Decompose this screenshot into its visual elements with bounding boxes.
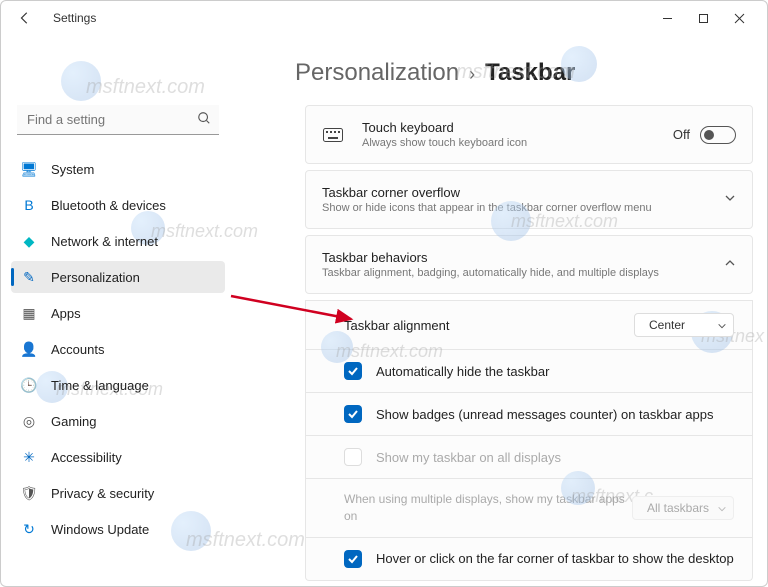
alignment-row: Taskbar alignment Center — [305, 300, 753, 350]
chevron-up-icon — [724, 256, 736, 274]
touch-keyboard-row[interactable]: Touch keyboard Always show touch keyboar… — [305, 105, 753, 164]
sidebar-item-windows-update[interactable]: ↻ Windows Update — [11, 513, 225, 545]
nav-icon: ◆ — [21, 233, 37, 249]
sidebar-item-gaming[interactable]: ◎ Gaming — [11, 405, 225, 437]
touch-keyboard-toggle[interactable] — [700, 126, 736, 144]
autohide-row[interactable]: Automatically hide the taskbar — [305, 350, 753, 393]
touch-keyboard-title: Touch keyboard — [362, 120, 673, 135]
multi-value: All taskbars — [647, 501, 709, 515]
nav-label: Windows Update — [51, 522, 149, 537]
alldisplays-row: Show my taskbar on all displays — [305, 436, 753, 479]
corner-row[interactable]: Hover or click on the far corner of task… — [305, 538, 753, 581]
behaviors-sub: Taskbar alignment, badging, automaticall… — [322, 267, 724, 279]
sidebar-item-time-language[interactable]: 🕒 Time & language — [11, 369, 225, 401]
nav-icon: 👤 — [21, 341, 37, 357]
nav-label: Accessibility — [51, 450, 122, 465]
back-button[interactable] — [11, 4, 39, 32]
badges-row[interactable]: Show badges (unread messages counter) on… — [305, 393, 753, 436]
close-button[interactable] — [721, 4, 757, 32]
overflow-sub: Show or hide icons that appear in the ta… — [322, 202, 724, 214]
multi-dropdown: All taskbars — [632, 496, 734, 520]
nav-icon: ✎ — [21, 269, 37, 285]
touch-keyboard-state: Off — [673, 127, 690, 142]
sidebar-item-network-internet[interactable]: ◆ Network & internet — [11, 225, 225, 257]
sidebar: 🖥 System B Bluetooth & devices ◆ Network & in… — [1, 35, 235, 586]
corner-checkbox[interactable] — [344, 550, 362, 568]
nav-icon: 🕒 — [21, 377, 37, 393]
app-title: Settings — [53, 11, 96, 25]
nav-label: Time & language — [51, 378, 149, 393]
touch-keyboard-sub: Always show touch keyboard icon — [362, 137, 673, 149]
alldisplays-checkbox — [344, 448, 362, 466]
nav-icon: 🛡 — [21, 485, 37, 501]
sidebar-item-accessibility[interactable]: ✳ Accessibility — [11, 441, 225, 473]
nav-icon: B — [21, 197, 37, 213]
badges-label: Show badges (unread messages counter) on… — [376, 407, 713, 422]
main-content: Personalization › Taskbar Touch keyboard… — [235, 35, 767, 586]
corner-label: Hover or click on the far corner of task… — [376, 551, 734, 566]
behaviors-row[interactable]: Taskbar behaviors Taskbar alignment, bad… — [305, 235, 753, 294]
nav-icon: ▦ — [21, 305, 37, 321]
nav-label: Network & internet — [51, 234, 158, 249]
alignment-value: Center — [649, 318, 685, 332]
keyboard-icon — [322, 128, 344, 142]
nav-label: Accounts — [51, 342, 104, 357]
breadcrumb-parent[interactable]: Personalization — [295, 59, 459, 87]
breadcrumb-current: Taskbar — [485, 59, 575, 87]
nav-icon: ✳ — [21, 449, 37, 465]
breadcrumb: Personalization › Taskbar — [295, 59, 753, 87]
chevron-down-icon — [724, 191, 736, 209]
behaviors-title: Taskbar behaviors — [322, 250, 724, 265]
alldisplays-label: Show my taskbar on all displays — [376, 450, 561, 465]
search-box — [17, 105, 219, 135]
nav-icon: ◎ — [21, 413, 37, 429]
search-input[interactable] — [17, 105, 219, 135]
alignment-label: Taskbar alignment — [344, 318, 450, 333]
sidebar-item-personalization[interactable]: ✎ Personalization — [11, 261, 225, 293]
overflow-title: Taskbar corner overflow — [322, 185, 724, 200]
nav-label: Apps — [51, 306, 81, 321]
sidebar-item-bluetooth-devices[interactable]: B Bluetooth & devices — [11, 189, 225, 221]
nav-label: Gaming — [51, 414, 97, 429]
nav-label: System — [51, 162, 94, 177]
multi-label: When using multiple displays, show my ta… — [344, 491, 632, 525]
nav-label: Bluetooth & devices — [51, 198, 166, 213]
sidebar-item-system[interactable]: 🖥 System — [11, 153, 225, 185]
badges-checkbox[interactable] — [344, 405, 362, 423]
sidebar-item-accounts[interactable]: 👤 Accounts — [11, 333, 225, 365]
sidebar-item-privacy-security[interactable]: 🛡 Privacy & security — [11, 477, 225, 509]
autohide-label: Automatically hide the taskbar — [376, 364, 549, 379]
chevron-down-icon — [717, 320, 727, 334]
alignment-dropdown[interactable]: Center — [634, 313, 734, 337]
nav-label: Privacy & security — [51, 486, 154, 501]
minimize-button[interactable] — [649, 4, 685, 32]
titlebar: Settings — [1, 1, 767, 35]
search-icon — [197, 111, 211, 130]
overflow-row[interactable]: Taskbar corner overflow Show or hide ico… — [305, 170, 753, 229]
nav-icon: ↻ — [21, 521, 37, 537]
autohide-checkbox[interactable] — [344, 362, 362, 380]
nav-icon: 🖥 — [21, 161, 37, 177]
chevron-down-icon — [717, 503, 727, 517]
nav-label: Personalization — [51, 270, 140, 285]
maximize-button[interactable] — [685, 4, 721, 32]
sidebar-item-apps[interactable]: ▦ Apps — [11, 297, 225, 329]
multi-row: When using multiple displays, show my ta… — [305, 479, 753, 538]
chevron-right-icon: › — [469, 64, 475, 85]
